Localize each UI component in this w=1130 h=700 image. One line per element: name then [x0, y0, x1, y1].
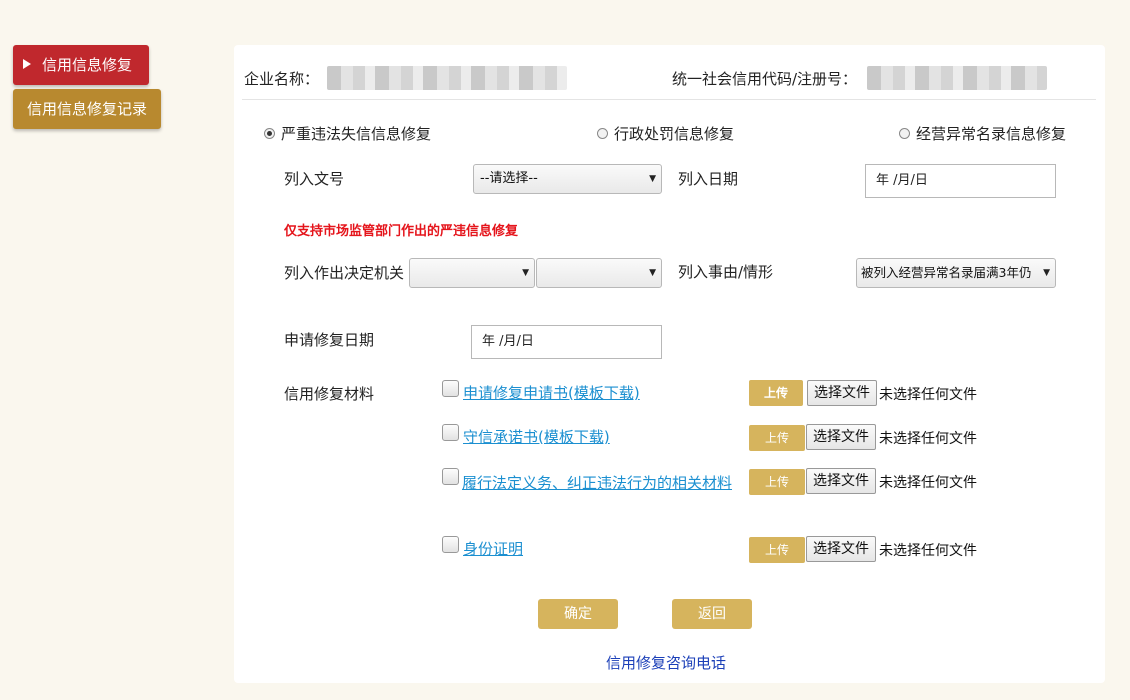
radio-serious-violation[interactable]: 严重违法失信信息修复	[264, 123, 431, 144]
choose-file-button[interactable]: 选择文件	[806, 468, 876, 494]
apply-date-label: 申请修复日期	[284, 331, 375, 349]
dropdown-arrow-icon: ▼	[1041, 259, 1050, 287]
company-name-label: 企业名称：	[244, 70, 320, 88]
select-value: --请选择--	[480, 171, 538, 186]
sidebar-item-credit-repair[interactable]: 信用信息修复	[13, 45, 149, 85]
upload-button[interactable]: 上传	[749, 425, 805, 451]
doc-no-label: 列入文号	[284, 170, 345, 188]
material-link[interactable]: 身份证明	[463, 538, 523, 559]
confirm-button[interactable]: 确定	[538, 599, 618, 629]
play-arrow-icon	[23, 59, 31, 69]
back-button[interactable]: 返回	[672, 599, 752, 629]
material-link[interactable]: 履行法定义务、纠正违法行为的相关材料	[462, 471, 744, 495]
material-checkbox[interactable]	[442, 468, 459, 485]
file-status: 未选择任何文件	[879, 431, 977, 447]
repair-form-panel: 企业名称： 统一社会信用代码/注册号： 严重违法失信信息修复 行政处罚信息修复 …	[234, 45, 1105, 683]
upload-button[interactable]: 上传	[749, 537, 805, 563]
radio-unchecked-icon	[899, 128, 910, 139]
material-checkbox[interactable]	[442, 424, 459, 441]
file-status: 未选择任何文件	[879, 543, 977, 559]
choose-file-button[interactable]: 选择文件	[806, 536, 876, 562]
materials-label: 信用修复材料	[284, 385, 375, 403]
authority-label: 列入作出决定机关	[284, 264, 405, 282]
dropdown-arrow-icon: ▼	[522, 268, 529, 278]
material-checkbox[interactable]	[442, 536, 459, 553]
sidebar-item-label: 信用信息修复记录	[26, 100, 147, 118]
apply-date-input[interactable]: 年 /月/日	[471, 325, 662, 359]
upload-button[interactable]: 上传	[749, 469, 805, 495]
radio-label: 严重违法失信信息修复	[281, 125, 432, 143]
radio-abnormal-list[interactable]: 经营异常名录信息修复	[899, 123, 1066, 144]
reason-label: 列入事由/情形	[678, 263, 774, 281]
radio-label: 经营异常名录信息修复	[916, 125, 1067, 143]
header-divider	[242, 99, 1096, 100]
warning-text: 仅支持市场监管部门作出的严违信息修复	[284, 224, 519, 239]
consult-phone-link[interactable]: 信用修复咨询电话	[606, 652, 726, 673]
material-checkbox[interactable]	[442, 380, 459, 397]
radio-label: 行政处罚信息修复	[614, 125, 735, 143]
select-value: 被列入经营异常名录届满3年仍	[861, 265, 1032, 280]
upload-button[interactable]: 上传	[749, 380, 803, 406]
date-placeholder: 年 /月/日	[482, 334, 534, 349]
radio-admin-penalty[interactable]: 行政处罚信息修复	[597, 123, 734, 144]
material-template-link[interactable]: 申请修复申请书(模板下载)	[463, 382, 640, 403]
material-template-link[interactable]: 守信承诺书(模板下载)	[463, 426, 610, 447]
dropdown-arrow-icon: ▼	[649, 174, 656, 184]
radio-checked-icon	[264, 128, 275, 139]
credit-code-label: 统一社会信用代码/注册号：	[672, 70, 858, 88]
choose-file-button[interactable]: 选择文件	[806, 424, 876, 450]
sidebar-item-repair-records[interactable]: 信用信息修复记录	[13, 89, 161, 129]
dropdown-arrow-icon: ▼	[649, 268, 656, 278]
choose-file-button[interactable]: 选择文件	[807, 380, 877, 406]
list-date-input[interactable]: 年 /月/日	[865, 164, 1056, 198]
doc-no-select[interactable]: --请选择-- ▼	[473, 164, 662, 194]
list-date-label: 列入日期	[678, 170, 739, 188]
file-status: 未选择任何文件	[879, 387, 977, 403]
radio-unchecked-icon	[597, 128, 608, 139]
reason-select[interactable]: 被列入经营异常名录届满3年仍 ▼	[856, 258, 1056, 288]
file-status: 未选择任何文件	[879, 475, 977, 491]
authority-select-2[interactable]: ▼	[536, 258, 662, 288]
credit-code-redacted	[867, 66, 1047, 90]
authority-select-1[interactable]: ▼	[409, 258, 535, 288]
company-name-redacted	[327, 66, 567, 90]
sidebar-item-label: 信用信息修复	[42, 56, 133, 74]
date-placeholder: 年 /月/日	[876, 173, 928, 188]
